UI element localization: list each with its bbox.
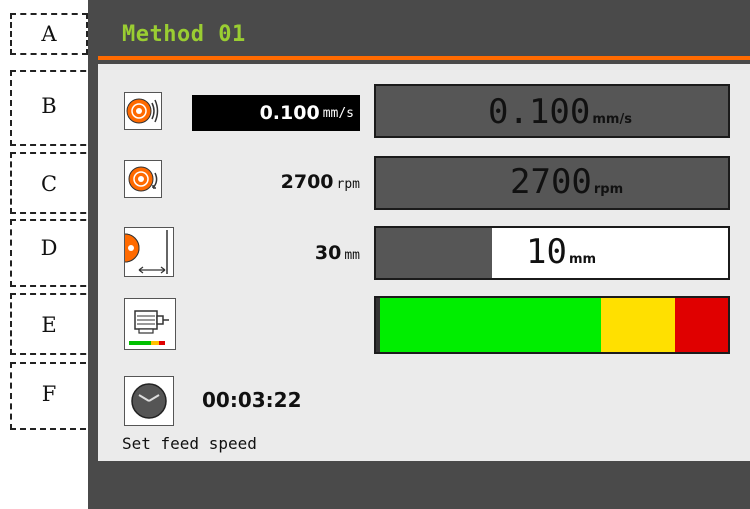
- callout-d: D: [40, 236, 58, 260]
- load-zone-red: [675, 298, 728, 352]
- motor-load-bar: [374, 296, 730, 354]
- clock-icon: [124, 376, 174, 426]
- method-title[interactable]: Method 01: [122, 22, 246, 47]
- removal-setpoint[interactable]: 30 mm: [200, 242, 360, 264]
- feed-speed-actual-readout: 0.100 mm/s: [488, 92, 632, 132]
- removal-actual-readout: 10 mm: [526, 232, 596, 272]
- feed-speed-actual-value: 0.100: [488, 92, 591, 132]
- disc-distance-icon: [124, 227, 174, 277]
- callout-a: A: [41, 22, 57, 46]
- motor-load-icon: [124, 298, 176, 350]
- callout-e: E: [41, 313, 57, 337]
- rotation-actual-value: 2700: [510, 162, 592, 202]
- removal-setpoint-value: 30: [314, 242, 342, 264]
- elapsed-time: 00:03:22: [202, 388, 302, 412]
- feed-speed-setpoint-unit: mm/s: [322, 105, 354, 121]
- removal-actual-unit: mm: [568, 252, 597, 267]
- rotation-actual-readout: 2700 rpm: [510, 162, 623, 202]
- disc-feed-icon: [124, 92, 162, 130]
- removal-setpoint-unit: mm: [344, 248, 360, 263]
- title-underline: [98, 56, 750, 60]
- load-zone-yellow: [601, 298, 676, 352]
- disc-rotation-icon: [124, 160, 162, 198]
- callout-b: B: [41, 94, 57, 118]
- rotation-setpoint[interactable]: 2700 rpm: [200, 171, 360, 193]
- status-text: Set feed speed: [122, 434, 257, 453]
- callout-f: F: [41, 382, 57, 406]
- rotation-setpoint-value: 2700: [280, 171, 334, 193]
- removal-actual-value: 10: [526, 232, 567, 272]
- feed-speed-actual-unit: mm/s: [592, 112, 632, 127]
- load-level-indicator: [376, 298, 380, 352]
- removal-progress-fill: [376, 228, 493, 278]
- feed-speed-setpoint-value: 0.100: [259, 102, 320, 124]
- rotation-setpoint-unit: rpm: [336, 177, 360, 192]
- callout-c: C: [40, 172, 58, 196]
- rotation-actual-unit: rpm: [593, 182, 624, 197]
- load-zone-green: [376, 298, 602, 352]
- feed-speed-setpoint-field[interactable]: 0.100 mm/s: [192, 95, 360, 131]
